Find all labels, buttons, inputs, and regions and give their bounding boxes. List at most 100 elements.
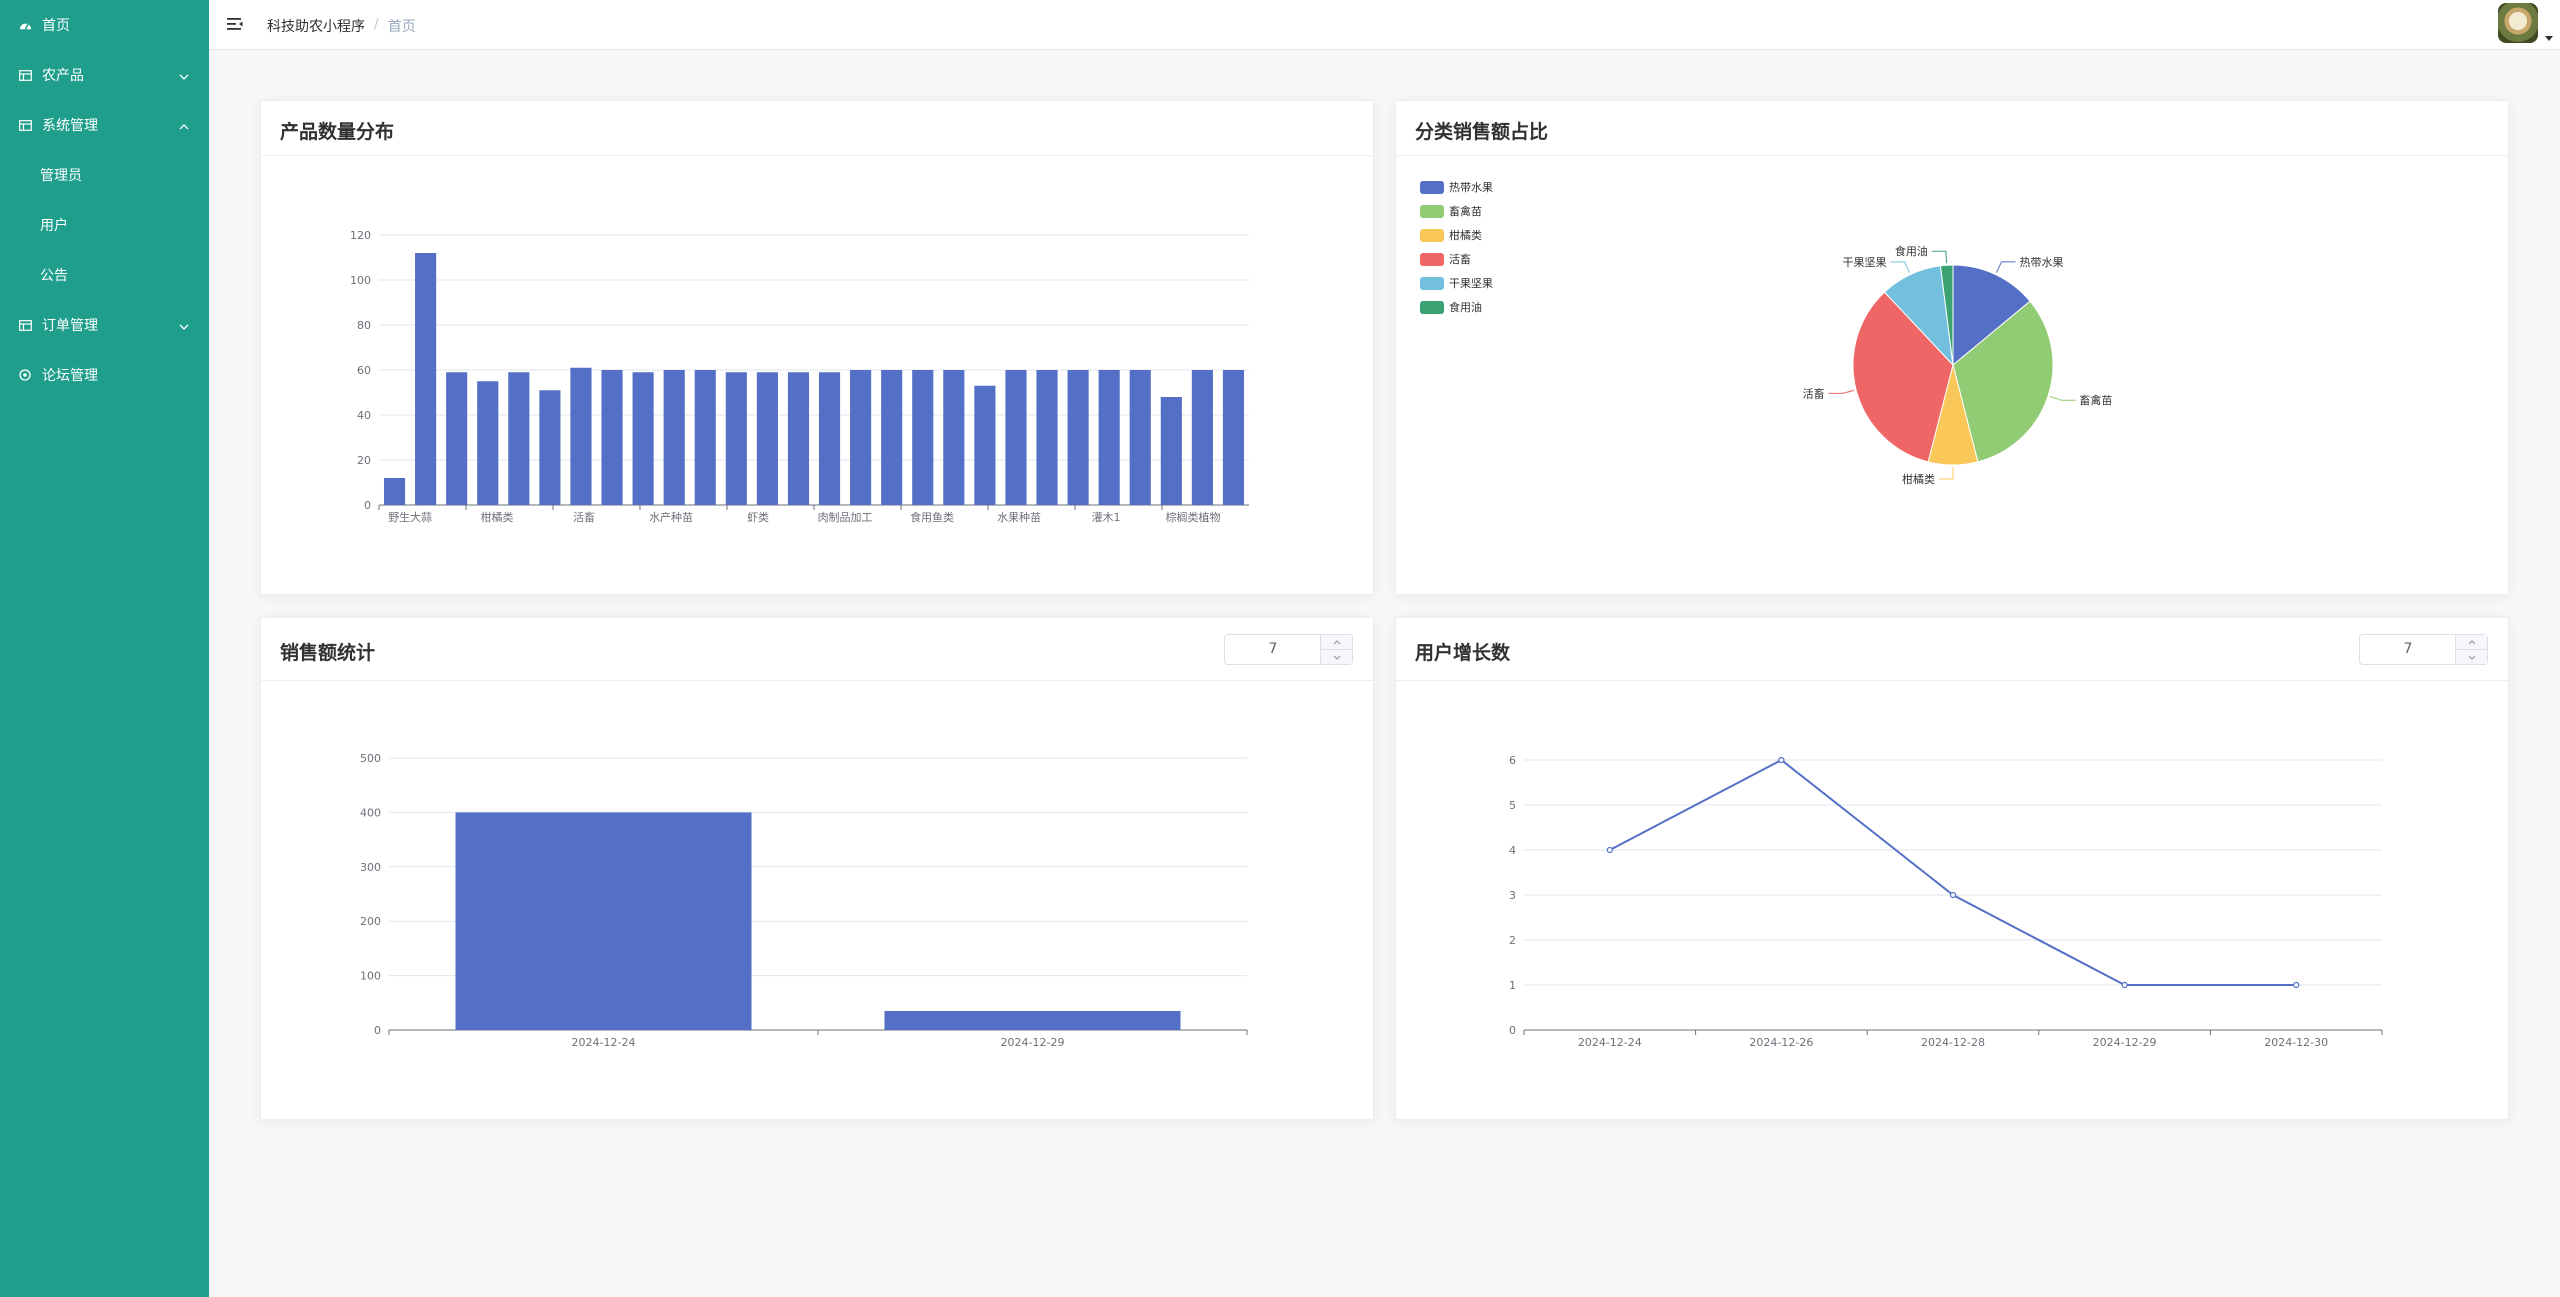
bar — [694, 370, 716, 505]
sidebar-item-label: 订单管理 — [42, 318, 98, 334]
data-point — [2121, 981, 2128, 989]
y-tick-label: 4 — [1509, 844, 1516, 857]
card-product-count: 产品数量分布 0 20 40 60 80 100 120 野生大蒜 柑橘类 活畜 水产种苗 虾类 肉制品… — [260, 100, 1374, 595]
x-tick-label: 水果种苗 — [997, 510, 1041, 524]
bar — [415, 253, 437, 505]
x-tick-label: 水产种苗 — [649, 510, 693, 524]
sidebar-item-label: 论坛管理 — [42, 368, 98, 384]
bar — [1191, 370, 1213, 505]
x-tick-label: 2024-12-24 — [1578, 1036, 1642, 1049]
chevron-up-icon — [179, 118, 189, 134]
dashboard-icon — [18, 18, 32, 32]
pie-label-line — [2049, 396, 2076, 401]
x-tick-label: 野生大蒜 — [388, 510, 432, 524]
sidebar-item-label: 系统管理 — [42, 118, 98, 134]
bar — [850, 370, 872, 505]
pie-label-line — [1939, 467, 1954, 480]
bar — [884, 1010, 1181, 1030]
sidebar-item-label: 首页 — [42, 18, 70, 34]
chevron-down-icon — [179, 318, 189, 334]
sidebar-item-forum[interactable]: 论坛管理 — [0, 350, 209, 400]
x-tick-label: 2024-12-28 — [1921, 1036, 1985, 1049]
bar — [1129, 370, 1151, 505]
data-point — [1606, 846, 1613, 854]
pie-label-line — [1890, 261, 1911, 273]
sidebar-item-products[interactable]: 农产品 — [0, 50, 209, 100]
y-tick-label: 300 — [360, 861, 381, 874]
table-icon — [18, 118, 32, 132]
bar — [632, 372, 654, 505]
x-tick-label: 2024-12-29 — [1001, 1036, 1065, 1049]
y-tick-label: 0 — [1509, 1024, 1516, 1037]
pie-label: 干果坚果 — [1842, 256, 1886, 269]
table-icon — [18, 68, 32, 82]
y-tick-label: 200 — [360, 915, 381, 928]
card-category-sales: 分类销售额占比 热带水果 畜禽苗 柑橘类 活畜 干果坚果 食用油 热带水果 畜禽苗 柑橘类 活畜… — [1395, 100, 2509, 595]
category-sales-chart: 热带水果畜禽苗柑橘类 活畜 干果坚果食用油 — [1803, 244, 2113, 486]
y-tick-label: 3 — [1509, 889, 1516, 902]
y-tick-label: 80 — [357, 319, 371, 332]
x-tick-label: 2024-12-30 — [2264, 1036, 2328, 1049]
bar — [1036, 370, 1058, 505]
sidebar-subitem-announcements[interactable]: 公告 — [0, 250, 209, 300]
menu-toggle-icon[interactable] — [227, 16, 243, 35]
bar — [508, 372, 530, 505]
y-tick-label: 400 — [360, 806, 381, 819]
sidebar-item-label: 农产品 — [42, 68, 84, 84]
sidebar: 首页 农产品 系统管理 管理员 用户 公告 订单管理 论坛管理 — [0, 0, 209, 1297]
bar — [663, 370, 685, 505]
bar — [601, 370, 623, 505]
bar — [1222, 370, 1245, 505]
pie-label: 畜禽苗 — [2079, 393, 2112, 407]
bar — [1098, 370, 1120, 505]
bar — [477, 381, 499, 505]
y-tick-label: 2 — [1509, 934, 1516, 947]
y-tick-label: 100 — [360, 970, 381, 983]
breadcrumb-current: 首页 — [387, 19, 416, 35]
forum-icon — [18, 368, 32, 382]
y-tick-label: 120 — [350, 229, 371, 242]
avatar[interactable] — [2498, 3, 2538, 43]
x-tick-label: 2024-12-26 — [1749, 1036, 1813, 1049]
pie-label-line — [1931, 250, 1948, 264]
breadcrumb: 科技助农小程序 / 首页 — [267, 16, 416, 36]
sidebar-item-orders[interactable]: 订单管理 — [0, 300, 209, 350]
product-count-chart: 0 20 40 60 80 100 120 野生大蒜 柑橘类 活畜 水产种苗 虾类 肉制品加工 食用鱼类 水… — [350, 229, 1249, 524]
y-tick-label: 1 — [1509, 979, 1516, 992]
bar — [912, 370, 934, 505]
breadcrumb-app[interactable]: 科技助农小程序 — [267, 16, 365, 36]
y-tick-label: 60 — [357, 364, 371, 377]
caret-down-icon[interactable] — [2545, 26, 2553, 45]
user-growth-chart: 0 1 2 3 4 5 6 2024-12-24 2024-12-26 2024-12-28 202… — [1509, 754, 2383, 1049]
bar — [446, 372, 468, 505]
sidebar-subitem-users[interactable]: 用户 — [0, 200, 209, 250]
bar — [725, 372, 747, 505]
bar — [1160, 397, 1182, 505]
pie-label: 热带水果 — [2020, 256, 2064, 269]
x-tick-label: 肉制品加工 — [818, 511, 873, 524]
series-line — [1609, 758, 2297, 986]
x-tick-label: 柑橘类 — [481, 510, 514, 524]
top-header: 科技助农小程序 / 首页 — [209, 0, 2560, 50]
y-tick-label: 5 — [1509, 799, 1516, 812]
y-tick-label: 0 — [374, 1024, 381, 1037]
pie-label: 食用油 — [1895, 244, 1928, 258]
bar — [539, 390, 561, 505]
bar — [1005, 370, 1027, 505]
sidebar-item-system-management[interactable]: 系统管理 — [0, 100, 209, 150]
bar — [455, 812, 752, 1030]
sidebar-item-home[interactable]: 首页 — [0, 0, 209, 50]
sidebar-item-label: 管理员 — [40, 168, 82, 184]
x-tick-label: 灌木1 — [1092, 511, 1121, 524]
bar — [756, 372, 778, 505]
sidebar-subitem-admin[interactable]: 管理员 — [0, 150, 209, 200]
x-tick-label: 棕榈类植物 — [1166, 510, 1221, 524]
chevron-down-icon — [179, 68, 189, 84]
data-point — [1949, 891, 1957, 899]
y-tick-label: 6 — [1509, 754, 1516, 767]
x-tick-label: 2024-12-29 — [2093, 1036, 2157, 1049]
bar — [881, 370, 903, 505]
y-tick-label: 40 — [357, 409, 371, 422]
sidebar-item-label: 公告 — [40, 268, 68, 284]
x-tick-label: 活畜 — [573, 510, 595, 524]
